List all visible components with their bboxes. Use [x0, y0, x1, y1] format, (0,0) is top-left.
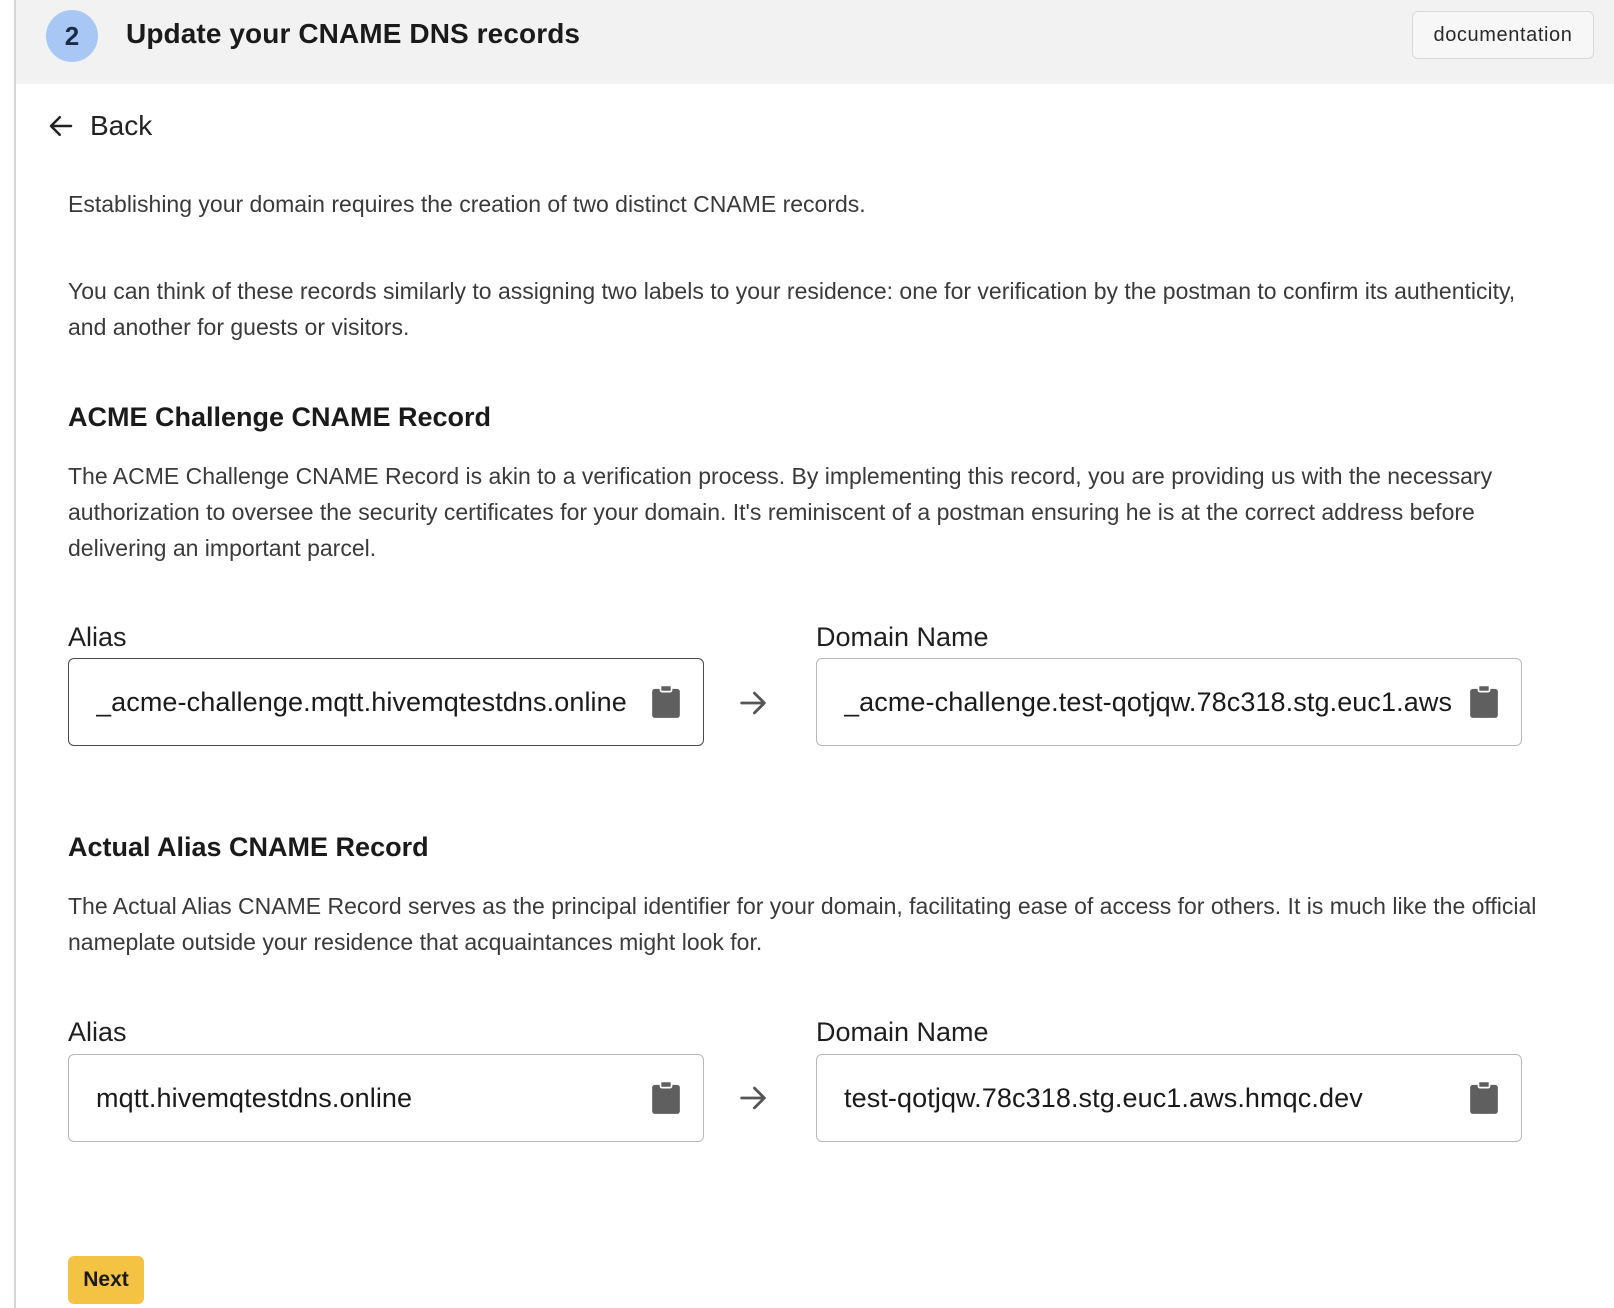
- acme-domain-value[interactable]: _acme-challenge.test-qotjqw.78c318.stg.e…: [844, 687, 1453, 718]
- step-number-badge: 2: [46, 10, 98, 62]
- back-button[interactable]: Back: [46, 108, 152, 144]
- acme-domain-label: Domain Name: [816, 622, 989, 652]
- page-title: Update your CNAME DNS records: [126, 18, 581, 49]
- actual-domain-value[interactable]: test-qotjqw.78c318.stg.euc1.aws.hmqc.dev: [844, 1083, 1453, 1114]
- clipboard-icon[interactable]: [649, 1080, 683, 1116]
- acme-alias-label: Alias: [68, 622, 127, 652]
- arrow-right-icon: [740, 1086, 766, 1110]
- actual-alias-value[interactable]: mqtt.hivemqtestdns.online: [96, 1083, 635, 1114]
- step-header: 2 Update your CNAME DNS records document…: [16, 0, 1614, 84]
- acme-description: The ACME Challenge CNAME Record is akin …: [68, 463, 1493, 561]
- dns-setup-page: 2 Update your CNAME DNS records document…: [14, 0, 1614, 1308]
- actual-alias-field[interactable]: mqtt.hivemqtestdns.online: [68, 1054, 704, 1142]
- arrow-right-icon: [740, 691, 766, 715]
- intro-paragraph-1: Establishing your domain requires the cr…: [68, 191, 866, 217]
- arrow-left-icon: [49, 116, 73, 136]
- actual-domain-label: Domain Name: [816, 1017, 989, 1047]
- back-label: Back: [90, 110, 153, 141]
- actual-description: The Actual Alias CNAME Record serves as …: [68, 893, 1537, 955]
- clipboard-icon[interactable]: [1467, 684, 1501, 720]
- actual-alias-label: Alias: [68, 1017, 127, 1047]
- acme-alias-value[interactable]: _acme-challenge.mqtt.hivemqtestdns.onlin…: [96, 687, 635, 718]
- acme-domain-field[interactable]: _acme-challenge.test-qotjqw.78c318.stg.e…: [816, 658, 1522, 746]
- acme-section-title: ACME Challenge CNAME Record: [68, 402, 492, 432]
- acme-alias-field[interactable]: _acme-challenge.mqtt.hivemqtestdns.onlin…: [68, 658, 704, 746]
- documentation-button[interactable]: documentation: [1412, 11, 1594, 59]
- clipboard-icon[interactable]: [1467, 1080, 1501, 1116]
- intro-paragraph-2: You can think of these records similarly…: [68, 278, 1516, 340]
- clipboard-icon[interactable]: [649, 684, 683, 720]
- next-button[interactable]: Next: [68, 1256, 144, 1304]
- actual-section-title: Actual Alias CNAME Record: [68, 832, 429, 862]
- actual-domain-field[interactable]: test-qotjqw.78c318.stg.euc1.aws.hmqc.dev: [816, 1054, 1522, 1142]
